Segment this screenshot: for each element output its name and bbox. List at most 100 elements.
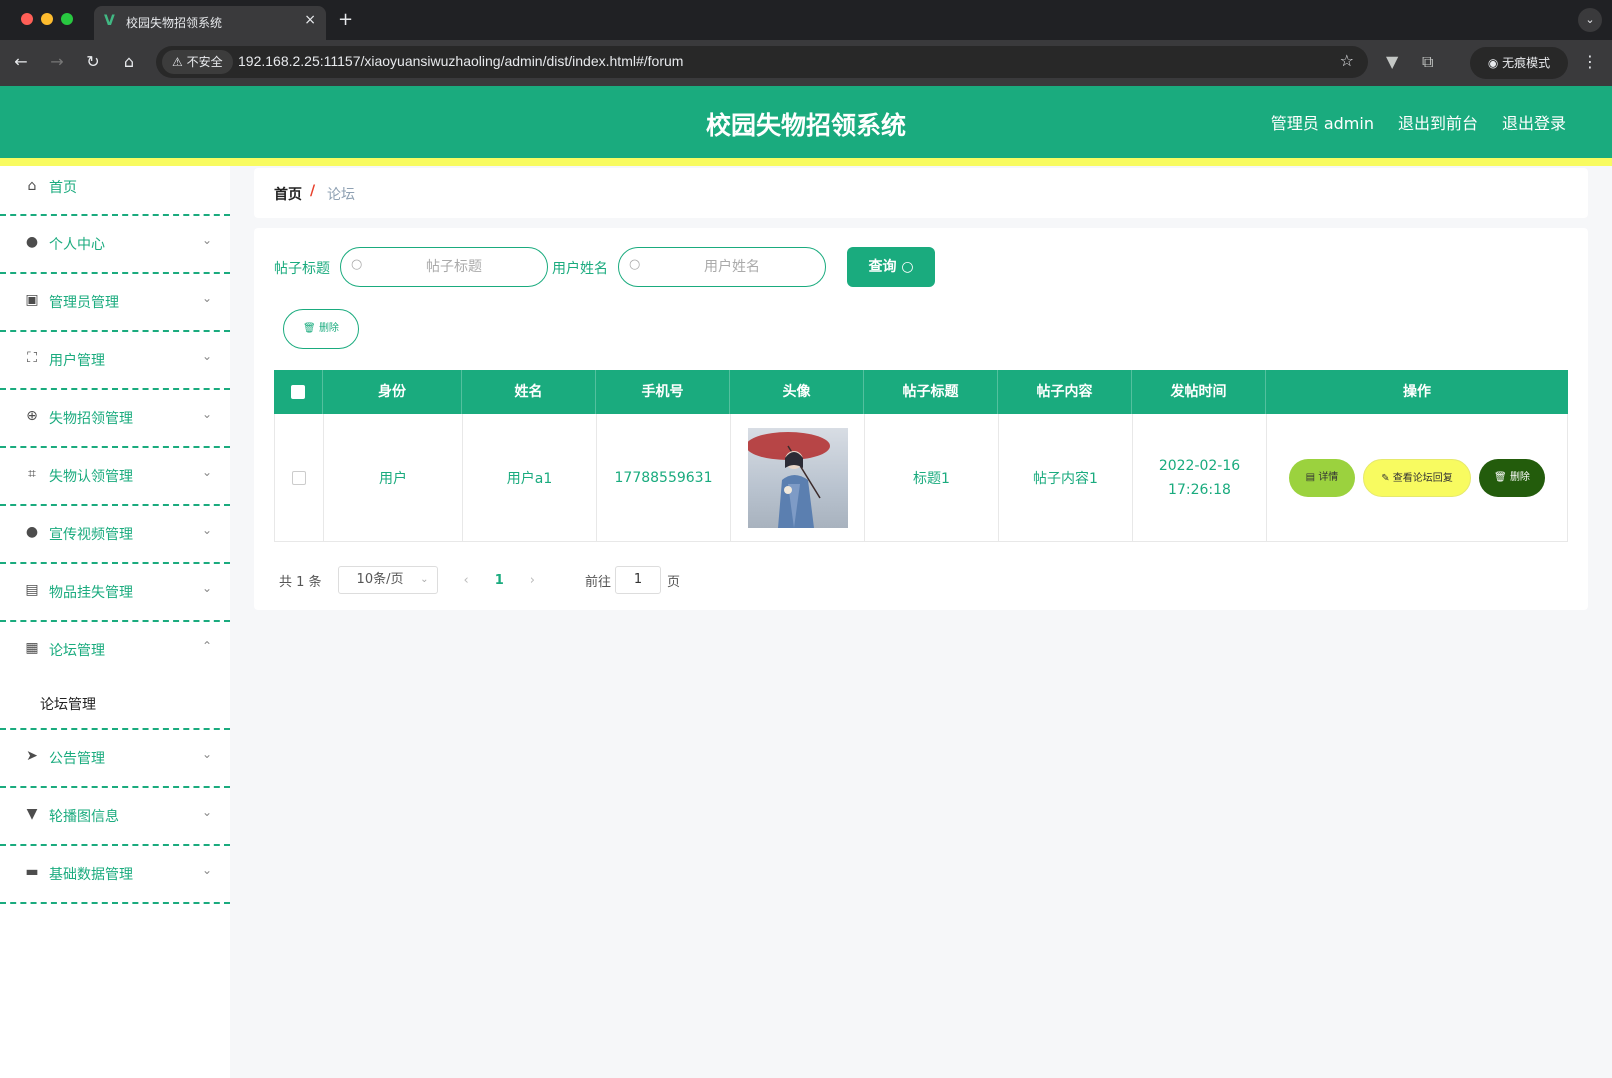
page-size-select[interactable]: 10条/页 ⌄ bbox=[337, 566, 438, 594]
select-all-checkbox[interactable] bbox=[291, 385, 305, 399]
sidebar: ⌂ 首页 ● 个人中心 ⌄ ▣ 管理员管理 ⌄ ⛶ 用户管理 ⌄ ⊕ 失物招领管… bbox=[0, 166, 230, 1078]
sidebar-item-forum-management[interactable]: ▦ 论坛管理 ⌃ bbox=[0, 622, 230, 680]
user-name-search-field[interactable]: ○ bbox=[618, 247, 826, 287]
chevron-down-icon: ⌄ bbox=[201, 465, 212, 479]
chevron-down-icon: ⌄ bbox=[420, 574, 429, 585]
page-size-value: 10条/页 bbox=[356, 572, 404, 587]
next-page-button[interactable]: › bbox=[530, 573, 535, 588]
query-button[interactable]: 查询 ○ bbox=[847, 247, 935, 287]
sidebar-item-label: 基础数据管理 bbox=[49, 867, 133, 883]
ticket-icon: ▬ bbox=[25, 864, 39, 880]
chevron-down-icon: ⌄ bbox=[201, 523, 212, 537]
tab-close-icon[interactable]: × bbox=[304, 12, 316, 28]
cell-post-content: 帖子内容1 bbox=[999, 414, 1133, 541]
window-close-button[interactable] bbox=[21, 13, 33, 25]
home-icon: ⌂ bbox=[27, 178, 37, 194]
breadcrumb-separator: / bbox=[310, 183, 316, 199]
view-replies-button[interactable]: ✎ 查看论坛回复 bbox=[1363, 458, 1471, 497]
tab-search-icon[interactable]: ⌄ bbox=[1578, 8, 1602, 32]
forward-arrow-icon[interactable]: → bbox=[46, 52, 68, 71]
security-badge[interactable]: ⚠ 不安全 bbox=[162, 50, 233, 74]
sidebar-item-label: 个人中心 bbox=[49, 237, 105, 253]
chevron-down-icon: ⌄ bbox=[201, 349, 212, 363]
sidebar-item-label: 宣传视频管理 bbox=[49, 527, 133, 543]
batch-delete-button[interactable]: 🗑 删除 bbox=[283, 309, 359, 349]
column-header-name: 姓名 bbox=[462, 370, 596, 414]
address-bar[interactable]: ⚠ 不安全 192.168.2.25:11157/xiaoyuansiwuzha… bbox=[156, 46, 1368, 78]
breadcrumb: 首页 / 论坛 bbox=[254, 168, 1588, 218]
url-text[interactable]: 192.168.2.25:11157/xiaoyuansiwuzhaoling/… bbox=[238, 53, 683, 69]
sidebar-item-basic-data-management[interactable]: ▬ 基础数据管理 ⌄ bbox=[0, 846, 230, 904]
tab-title: 校园失物招领系统 bbox=[126, 16, 223, 30]
chevron-down-icon: ⌄ bbox=[201, 747, 212, 761]
sidebar-item-loss-report-management[interactable]: ▤ 物品挂失管理 ⌄ bbox=[0, 564, 230, 622]
sidebar-item-home[interactable]: ⌂ 首页 bbox=[0, 166, 230, 216]
edit-icon: ✎ bbox=[1381, 472, 1390, 484]
search-icon: ○ bbox=[351, 257, 363, 272]
fullscreen-icon: ⛶ bbox=[27, 350, 37, 366]
sidebar-item-claim-management[interactable]: ⌗ 失物认领管理 ⌄ bbox=[0, 448, 230, 506]
briefcase-icon: ▤ bbox=[25, 582, 39, 598]
extensions-puzzle-icon[interactable]: ⧉ bbox=[1422, 52, 1433, 72]
vue-devtools-extension-icon[interactable]: ▼ bbox=[1386, 52, 1398, 71]
header-links: 管理员 admin 退出到前台 退出登录 bbox=[1271, 110, 1566, 134]
goto-label: 前往 bbox=[585, 574, 612, 590]
user-name-input[interactable] bbox=[647, 256, 817, 278]
vue-favicon-icon: V bbox=[104, 13, 115, 29]
sidebar-item-user-management[interactable]: ⛶ 用户管理 ⌄ bbox=[0, 332, 230, 390]
chevron-down-icon: ⌄ bbox=[201, 863, 212, 877]
browser-tab[interactable]: V 校园失物招领系统 × bbox=[94, 6, 326, 40]
back-to-front-link[interactable]: 退出到前台 bbox=[1398, 110, 1478, 134]
avatar[interactable] bbox=[747, 427, 848, 528]
forum-list-panel: 帖子标题 ○ 用户姓名 ○ 查询 ○ 🗑 删除 身份 姓名 手机号 bbox=[254, 228, 1588, 610]
cell-post-time: 2022-02-16 17:26:18 bbox=[1133, 414, 1267, 541]
chevron-down-icon: ⌄ bbox=[201, 233, 212, 247]
view-replies-button-label: 查看论坛回复 bbox=[1392, 472, 1453, 484]
window-maximize-button[interactable] bbox=[61, 13, 73, 25]
chevron-down-icon: ⌄ bbox=[201, 407, 212, 421]
forum-table: 身份 姓名 手机号 头像 帖子标题 帖子内容 发帖时间 操作 用户 用户a1 1… bbox=[274, 370, 1568, 542]
sidebar-item-admin-management[interactable]: ▣ 管理员管理 ⌄ bbox=[0, 274, 230, 332]
admin-user-label: 管理员 admin bbox=[1270, 114, 1374, 133]
sidebar-subitem-label: 论坛管理 bbox=[40, 697, 96, 713]
incognito-icon: ◉ bbox=[1487, 56, 1499, 70]
browser-toolbar: ← → ↻ ⌂ ⚠ 不安全 192.168.2.25:11157/xiaoyua… bbox=[0, 40, 1612, 86]
breadcrumb-home[interactable]: 首页 bbox=[274, 184, 302, 204]
trash-icon: 🗑 bbox=[303, 323, 316, 334]
incognito-badge[interactable]: ◉ 无痕模式 bbox=[1470, 47, 1568, 79]
header-accent-bar bbox=[0, 158, 1612, 166]
browser-tab-strip: V 校园失物招领系统 × + ⌄ bbox=[0, 0, 1612, 40]
sidebar-item-label: 论坛管理 bbox=[49, 643, 105, 659]
post-title-search-field[interactable]: ○ bbox=[340, 247, 548, 287]
reload-icon[interactable]: ↻ bbox=[82, 52, 104, 71]
batch-delete-label: 删除 bbox=[318, 323, 339, 334]
more-menu-icon[interactable]: ⋮ bbox=[1582, 52, 1598, 71]
back-arrow-icon[interactable]: ← bbox=[10, 52, 32, 71]
home-icon[interactable]: ⌂ bbox=[118, 52, 140, 71]
row-checkbox[interactable] bbox=[292, 470, 306, 485]
sidebar-item-video-management[interactable]: ● 宣传视频管理 ⌄ bbox=[0, 506, 230, 564]
new-tab-button[interactable]: + bbox=[338, 9, 353, 30]
logout-link[interactable]: 退出登录 bbox=[1502, 110, 1566, 134]
window-minimize-button[interactable] bbox=[41, 13, 53, 25]
row-delete-button[interactable]: 🗑 删除 bbox=[1479, 458, 1545, 497]
app-page: 校园失物招领系统 管理员 admin 退出到前台 退出登录 ⌂ 首页 ● 个人中… bbox=[0, 86, 1612, 1078]
detail-button[interactable]: ▤ 详情 bbox=[1289, 458, 1355, 497]
page-number-current[interactable]: 1 bbox=[495, 573, 504, 588]
sidebar-item-label: 失物认领管理 bbox=[49, 469, 133, 485]
sidebar-item-carousel-info[interactable]: ▼ 轮播图信息 ⌄ bbox=[0, 788, 230, 846]
cell-phone: 17788559631 bbox=[597, 414, 731, 541]
sidebar-item-label: 管理员管理 bbox=[49, 295, 119, 311]
bookmark-star-icon[interactable]: ☆ bbox=[1340, 51, 1354, 70]
cell-actions: ▤ 详情 ✎ 查看论坛回复 🗑 删除 bbox=[1267, 414, 1567, 541]
sidebar-item-personal-center[interactable]: ● 个人中心 ⌄ bbox=[0, 216, 230, 274]
sidebar-item-lost-found-management[interactable]: ⊕ 失物招领管理 ⌄ bbox=[0, 390, 230, 448]
select-all-cell bbox=[274, 370, 323, 414]
prev-page-button[interactable]: ‹ bbox=[464, 573, 469, 588]
sidebar-item-announcement-management[interactable]: ➤ 公告管理 ⌄ bbox=[0, 730, 230, 788]
sidebar-subitem-forum-management[interactable]: 论坛管理 bbox=[0, 680, 230, 730]
cell-avatar bbox=[731, 414, 865, 541]
goto-page-input[interactable]: 1 bbox=[615, 566, 662, 594]
column-header-avatar: 头像 bbox=[730, 370, 864, 414]
post-title-input[interactable] bbox=[369, 256, 539, 278]
